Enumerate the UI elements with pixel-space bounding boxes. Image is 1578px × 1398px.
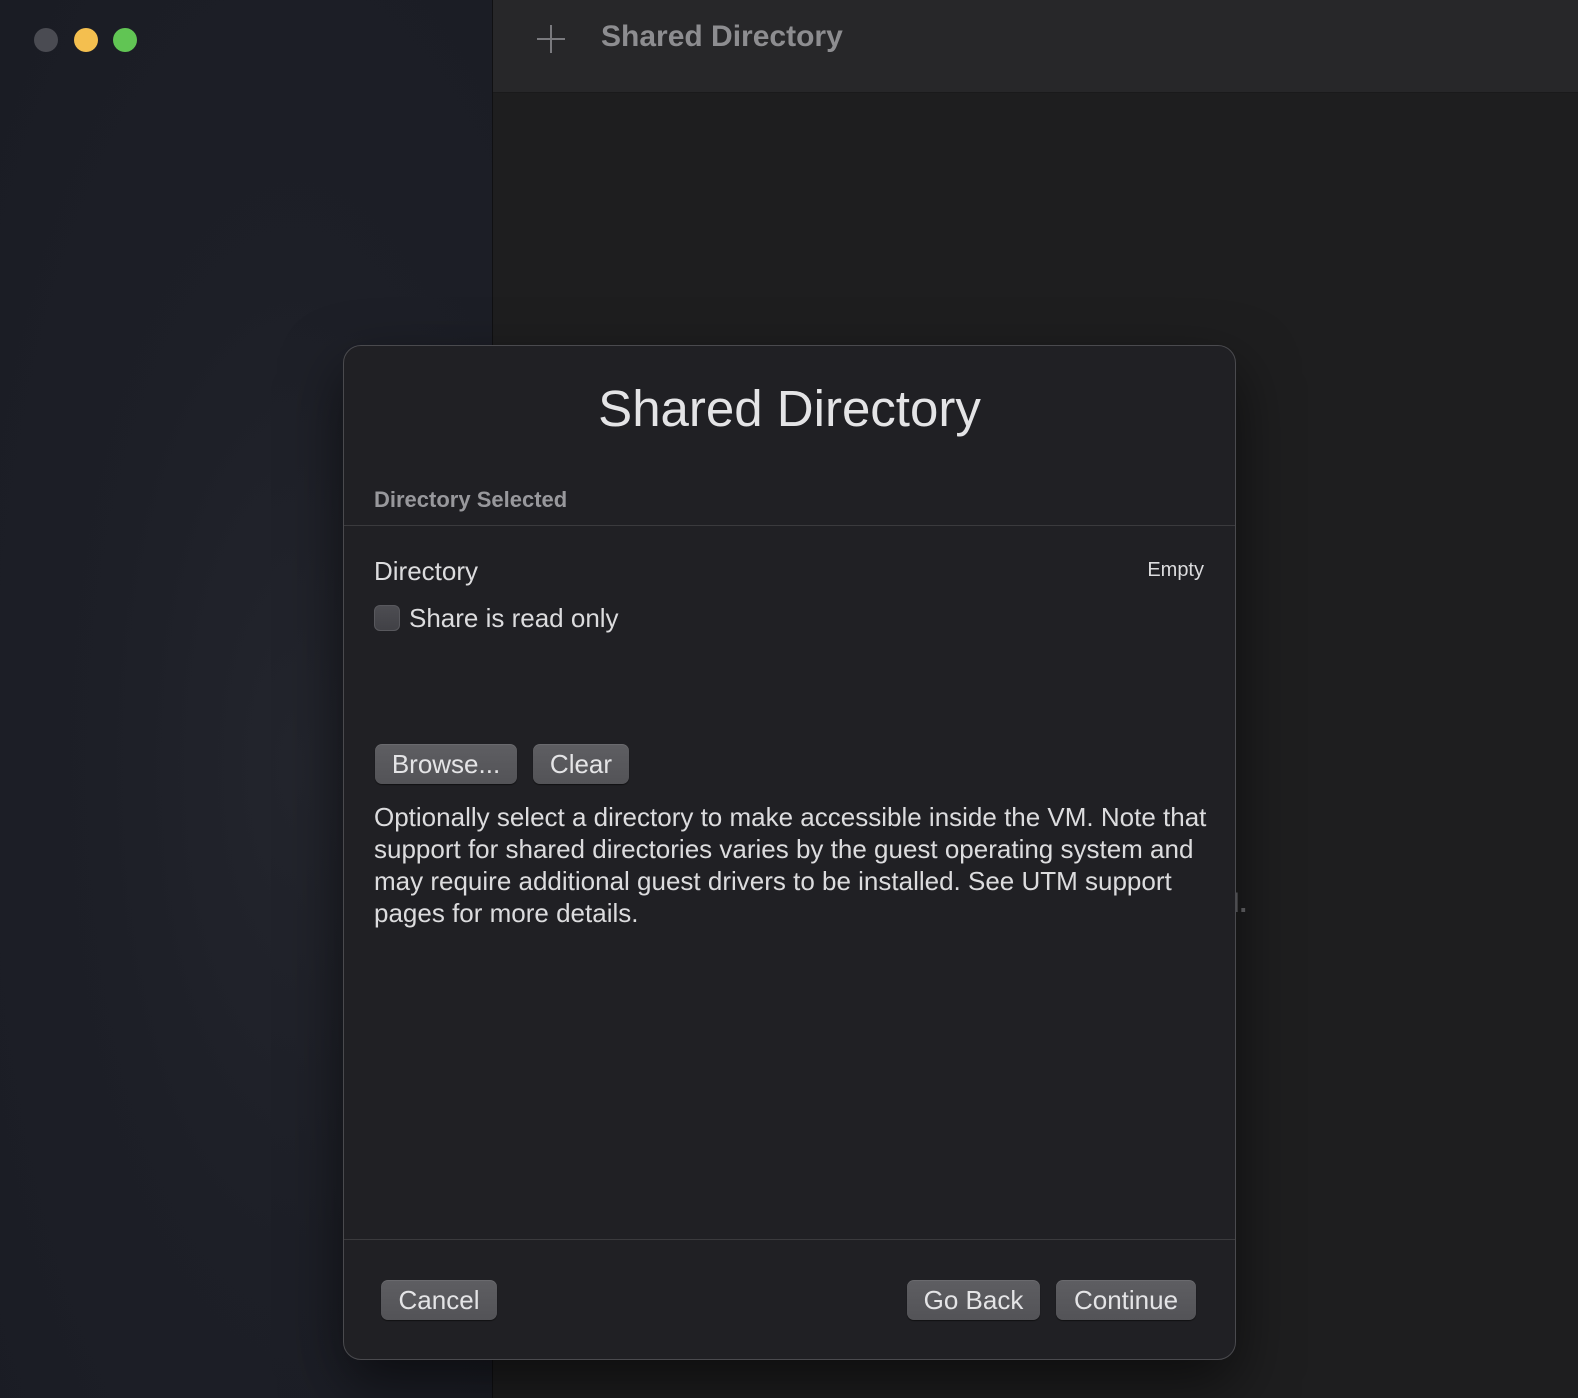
directory-label: Directory bbox=[374, 556, 479, 586]
maximize-window-button[interactable] bbox=[113, 28, 137, 52]
description-text: Optionally select a directory to make ac… bbox=[374, 802, 1207, 928]
section-divider bbox=[344, 525, 1235, 526]
read-only-label[interactable]: Share is read only bbox=[409, 603, 619, 634]
go-back-button[interactable]: Go Back bbox=[907, 1280, 1040, 1320]
clear-button[interactable]: Clear bbox=[533, 744, 629, 784]
continue-button[interactable]: Continue bbox=[1056, 1280, 1196, 1320]
minimize-window-button[interactable] bbox=[74, 28, 98, 52]
plus-icon[interactable] bbox=[535, 22, 567, 56]
read-only-checkbox[interactable] bbox=[374, 605, 400, 631]
app-window: Shared Directory ved. Shared Directory D… bbox=[0, 0, 1578, 1398]
close-window-button[interactable] bbox=[34, 28, 58, 52]
shared-directory-sheet: Shared Directory Directory Selected Dire… bbox=[343, 345, 1236, 1360]
read-only-checkbox-row[interactable]: Share is read only bbox=[374, 602, 619, 634]
directory-value: Empty bbox=[1147, 559, 1204, 581]
window-title: Shared Directory bbox=[601, 20, 843, 53]
section-header: Directory Selected bbox=[374, 487, 568, 512]
browse-button[interactable]: Browse... bbox=[375, 744, 517, 784]
titlebar: Shared Directory bbox=[493, 0, 1578, 93]
sheet-title: Shared Directory bbox=[598, 380, 981, 437]
cancel-button[interactable]: Cancel bbox=[381, 1280, 497, 1320]
footer-divider bbox=[344, 1239, 1235, 1240]
